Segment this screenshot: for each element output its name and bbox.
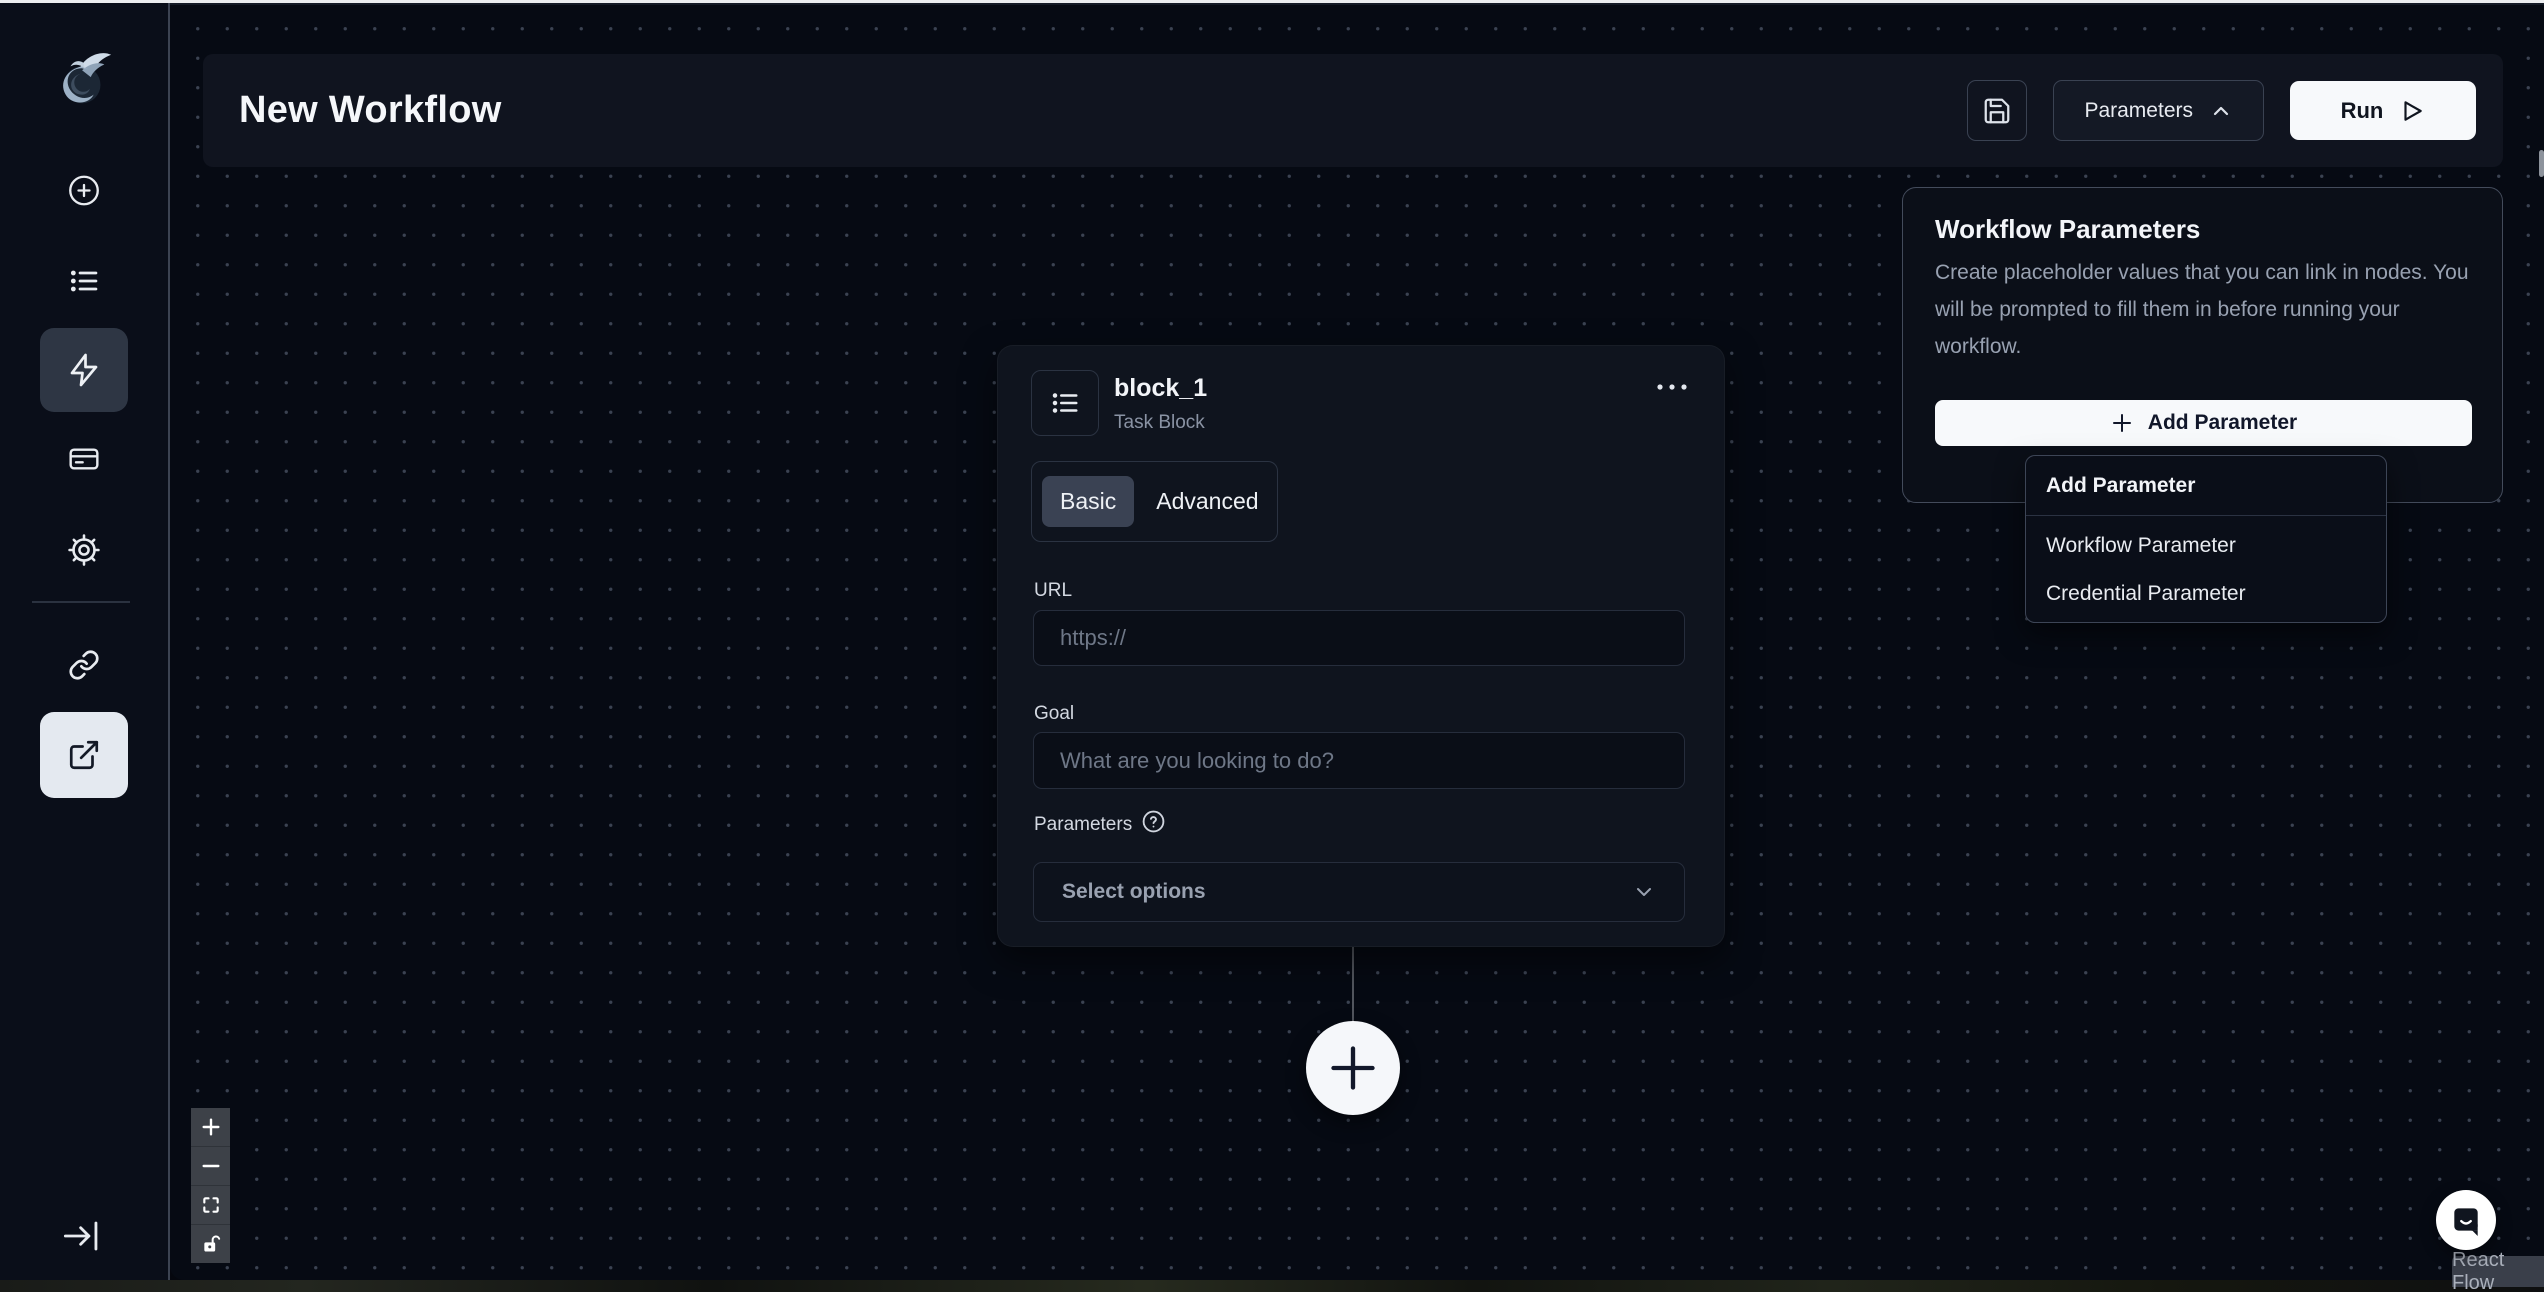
url-input[interactable] [1033,610,1685,666]
task-block-card[interactable]: block_1 Task Block Basic Advanced URL Go… [997,345,1725,947]
credit-card-icon[interactable] [68,443,100,475]
goal-label: Goal [1034,703,1075,724]
chat-bubble-icon [2454,1208,2478,1236]
zoom-in-button[interactable] [191,1108,230,1147]
link-icon[interactable] [68,649,100,681]
help-icon[interactable] [1141,809,1166,839]
attribution-label: React Flow [2452,1248,2505,1292]
plus-icon [2112,414,2131,432]
sidebar [0,3,170,1280]
panel-title: Workflow Parameters [1935,214,2201,244]
parameters-select[interactable]: Select options [1033,862,1685,922]
react-flow-attribution[interactable]: React Flow [2452,1249,2544,1292]
lightning-icon [70,353,98,387]
fit-view-icon [202,1197,219,1213]
external-link-icon [69,740,99,770]
minus-icon [201,1164,220,1168]
workflow-editor: New Workflow Parameters Run block_1 Task… [0,0,2544,1292]
panel-description: Create placeholder values that you can l… [1935,261,2469,358]
menu-item-credential-parameter[interactable]: Credential Parameter [2026,570,2386,618]
sidebar-divider [32,601,130,603]
arrow-to-bar-icon [63,1221,98,1251]
ellipsis-icon [1657,384,1687,390]
run-button-label: Run [2340,97,2384,123]
lock-toggle-button[interactable] [191,1225,230,1263]
menu-header: Add Parameter [2026,456,2386,516]
plus-icon [1331,1046,1375,1090]
parameters-toggle-button[interactable]: Parameters [2053,80,2264,141]
add-block-node[interactable] [1306,1021,1400,1115]
play-icon [2404,100,2423,121]
canvas-controls [191,1108,230,1263]
chevron-down-icon [1637,888,1651,896]
menu-item-workflow-parameter[interactable]: Workflow Parameter [2026,522,2386,570]
sidebar-item-workflows[interactable] [40,328,128,412]
sidebar-expand-button[interactable] [58,1214,108,1258]
workflow-header: New Workflow Parameters Run [203,54,2503,167]
create-new-icon[interactable] [68,174,101,207]
goal-input[interactable] [1033,732,1685,789]
skyvern-logo[interactable] [53,47,115,111]
save-icon [1985,98,2010,123]
add-parameter-label: Add Parameter [2147,411,2298,434]
header-actions: Parameters Run [1967,54,2476,167]
run-button[interactable]: Run [2290,81,2476,140]
list-icon[interactable] [68,265,100,297]
add-parameter-menu: Add Parameter Workflow Parameter Credent… [2025,455,2387,623]
chat-widget-button[interactable] [2436,1190,2496,1250]
block-menu-button[interactable] [1654,380,1690,398]
unlock-icon [203,1235,220,1252]
block-type-icon-box [1031,370,1099,436]
list-icon [1052,393,1078,413]
page-title: New Workflow [239,89,502,131]
save-button[interactable] [1967,80,2028,141]
sidebar-item-external[interactable] [40,712,128,798]
plus-icon [201,1118,220,1136]
gear-icon[interactable] [67,533,101,567]
scrollbar-thumb[interactable] [2539,150,2544,177]
add-parameter-button[interactable]: Add Parameter [1935,400,2472,446]
fit-view-button[interactable] [191,1186,230,1225]
workflow-edge [1352,945,1354,1023]
parameters-button-label: Parameters [2084,98,2193,122]
block-subtitle: Task Block [1114,412,1205,433]
block-tabs: Basic Advanced [1031,461,1278,542]
tab-basic[interactable]: Basic [1042,476,1135,527]
zoom-out-button[interactable] [191,1147,230,1186]
block-title: block_1 [1114,374,1208,402]
url-label: URL [1034,580,1073,601]
select-placeholder: Select options [1062,880,1206,903]
tab-advanced[interactable]: Advanced [1138,476,1276,527]
parameters-label: Parameters [1034,814,1133,835]
desktop-edge-strip [0,1280,2544,1292]
chevron-up-icon [2213,106,2229,115]
